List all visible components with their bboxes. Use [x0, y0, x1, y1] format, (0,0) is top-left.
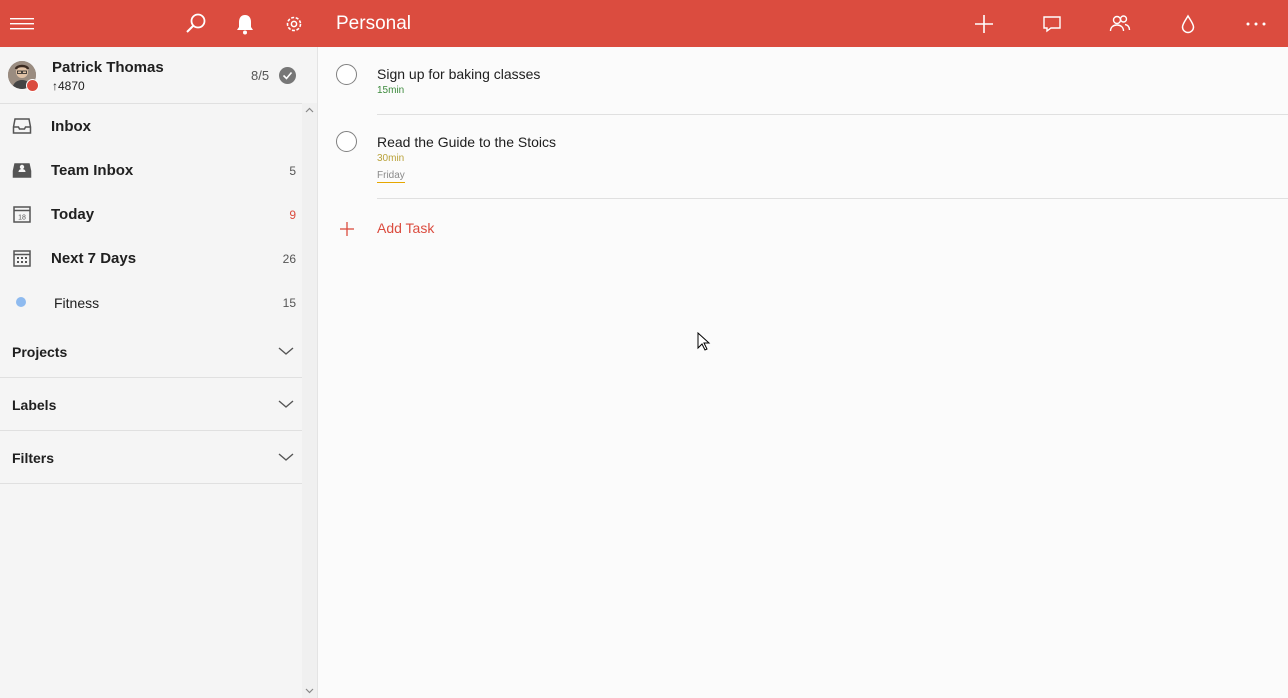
add-task-button[interactable]: Add Task	[318, 213, 718, 245]
theme-drop-icon[interactable]	[1174, 0, 1202, 47]
premium-badge-icon	[26, 79, 39, 92]
sidebar-item-team-inbox[interactable]: Team Inbox 5	[0, 148, 302, 192]
sidebar-item-label: Next 7 Days	[51, 250, 137, 267]
team-inbox-icon	[12, 160, 32, 180]
user-name: Patrick Thomas	[52, 59, 164, 76]
scroll-up-icon[interactable]	[302, 103, 317, 117]
menu-icon[interactable]	[8, 0, 36, 47]
inbox-icon	[12, 116, 32, 136]
task-duration-label: 15min	[377, 85, 405, 96]
task-item[interactable]: Read the Guide to the Stoics 30min Frida…	[318, 115, 1288, 199]
add-task-label: Add Task	[377, 220, 435, 236]
share-icon[interactable]	[1106, 0, 1134, 47]
section-labels[interactable]: Labels	[0, 377, 302, 431]
task-duration-label: 30min	[377, 153, 405, 164]
chevron-down-icon	[278, 449, 294, 467]
section-label: Projects	[12, 344, 68, 360]
bell-icon[interactable]	[231, 0, 259, 47]
mouse-cursor-icon	[697, 331, 711, 357]
top-bar: Personal	[0, 0, 1288, 47]
chevron-down-icon	[278, 343, 294, 361]
sidebar-item-count: 26	[282, 252, 296, 266]
section-projects[interactable]: Projects	[0, 324, 302, 378]
section-label: Filters	[12, 450, 55, 466]
karma-score: ↑4870	[52, 79, 85, 93]
sidebar: Patrick Thomas ↑4870 8/5 Inbox Team Inbo…	[0, 47, 318, 698]
search-icon[interactable]	[182, 0, 210, 47]
section-label: Labels	[12, 397, 57, 413]
sidebar-item-label: Team Inbox	[51, 162, 134, 179]
sidebar-item-today[interactable]: 18 Today 9	[0, 192, 302, 236]
chevron-down-icon	[278, 396, 294, 414]
task-title: Sign up for baking classes	[377, 66, 541, 82]
calendar-day-number: 18	[18, 215, 26, 222]
task-complete-checkbox[interactable]	[336, 131, 357, 152]
sidebar-item-count: 9	[289, 208, 296, 222]
sidebar-item-next-7-days[interactable]: Next 7 Days 26	[0, 236, 302, 280]
task-title: Read the Guide to the Stoics	[377, 134, 556, 150]
more-icon[interactable]	[1242, 0, 1270, 47]
sidebar-item-inbox[interactable]: Inbox	[0, 104, 302, 148]
project-color-dot	[16, 297, 26, 307]
plus-icon	[339, 221, 355, 242]
calendar-week-icon	[12, 248, 32, 268]
divider	[377, 198, 1288, 199]
sidebar-item-count: 5	[289, 164, 296, 178]
section-filters[interactable]: Filters	[0, 430, 302, 484]
calendar-today-icon: 18	[12, 204, 32, 224]
task-complete-checkbox[interactable]	[336, 64, 357, 85]
sidebar-item-label: Inbox	[51, 118, 91, 135]
task-due-date[interactable]: Friday	[377, 170, 405, 183]
task-list: Sign up for baking classes 15min Read th…	[318, 47, 1288, 698]
add-icon[interactable]	[970, 0, 998, 47]
user-profile[interactable]: Patrick Thomas ↑4870 8/5	[0, 47, 317, 104]
comment-icon[interactable]	[1038, 0, 1066, 47]
daily-goal: 8/5	[251, 68, 270, 83]
gear-icon[interactable]	[280, 0, 308, 47]
task-item[interactable]: Sign up for baking classes 15min	[318, 47, 1288, 115]
page-title: Personal	[336, 13, 411, 34]
sidebar-item-count: 15	[282, 296, 296, 310]
sidebar-item-label: Fitness	[54, 295, 100, 311]
sidebar-scrollbar[interactable]	[302, 103, 317, 698]
scroll-down-icon[interactable]	[302, 684, 317, 698]
goal-check-icon	[279, 67, 296, 84]
sidebar-item-label: Today	[51, 206, 95, 223]
sidebar-item-fitness[interactable]: Fitness 15	[0, 280, 302, 324]
